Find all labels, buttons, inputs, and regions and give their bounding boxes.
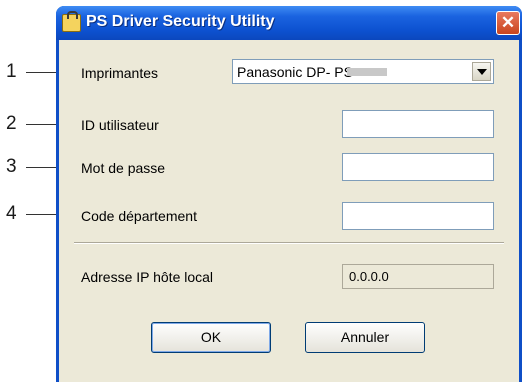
dialog-body: Imprimantes Panasonic DP- PS ID utilisat…	[59, 40, 519, 382]
user-id-field[interactable]	[342, 110, 494, 138]
printer-select-value: Panasonic DP- PS	[237, 64, 353, 80]
callout-number: 1	[6, 61, 17, 82]
password-label: Mot de passe	[81, 160, 166, 176]
printer-select[interactable]: Panasonic DP- PS	[232, 59, 494, 84]
ip-address-field: 0.0.0.0	[342, 264, 494, 289]
department-code-label: Code département	[81, 208, 197, 224]
department-code-field[interactable]	[342, 202, 494, 230]
divider	[74, 242, 504, 244]
dialog-window: PS Driver Security Utility ✕ Imprimantes…	[56, 6, 522, 382]
window-title: PS Driver Security Utility	[86, 13, 275, 30]
ok-button[interactable]: OK	[151, 322, 271, 353]
printers-label: Imprimantes	[81, 65, 159, 81]
chevron-down-icon[interactable]	[472, 62, 491, 81]
callout-number: 4	[6, 203, 17, 224]
callout-number: 3	[6, 156, 17, 177]
close-button[interactable]: ✕	[496, 11, 520, 35]
ip-address-label: Adresse IP hôte local	[81, 269, 214, 285]
redacted-model-block	[347, 68, 387, 76]
title-bar[interactable]: PS Driver Security Utility ✕	[56, 6, 522, 40]
password-field[interactable]	[342, 153, 494, 181]
user-id-label: ID utilisateur	[81, 117, 159, 133]
callout-number: 2	[6, 113, 17, 134]
app-lock-icon	[62, 11, 81, 32]
cancel-button[interactable]: Annuler	[305, 322, 425, 353]
